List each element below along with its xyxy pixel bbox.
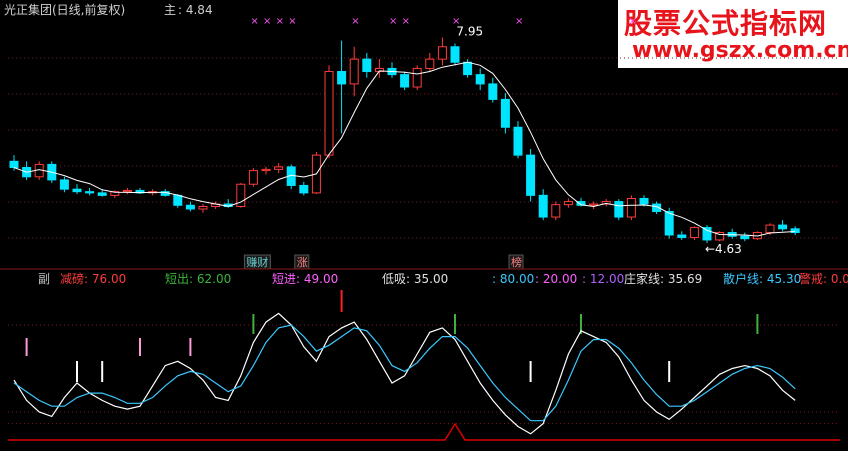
candle-body [463, 61, 473, 76]
star-marker: × [288, 16, 296, 27]
sub-grid-lines [8, 324, 840, 425]
candle-body [261, 168, 271, 172]
candle-body [500, 98, 510, 128]
candle-body [437, 46, 447, 60]
legend-item: : 20.00 [535, 272, 577, 286]
candle-body [324, 71, 334, 156]
legend-item: 减磅: 76.00 [60, 271, 126, 286]
candle-body [689, 227, 699, 238]
grid-lines [8, 57, 840, 239]
candle-body [349, 58, 359, 85]
candle-body [362, 58, 372, 73]
candle-body [412, 67, 422, 88]
legend-item: 副 [38, 272, 50, 286]
legend-item: 警戒: 0.00 [799, 271, 848, 286]
legend-item: : 80.00 [492, 272, 534, 286]
candle-body [677, 234, 687, 238]
low-price-annotation: ←4.63 [705, 242, 742, 256]
legend-item: 低吸: 35.00 [382, 272, 448, 286]
candle-body [122, 189, 132, 193]
event-marker-label: 榜 [511, 255, 522, 269]
candle-body [299, 184, 309, 194]
candle-body [589, 203, 599, 206]
event-marker-label: 涨 [297, 256, 308, 269]
star-marker: × [628, 16, 636, 27]
candle-body [740, 235, 750, 240]
candle-body [450, 46, 460, 63]
candle-body [274, 166, 284, 170]
star-marker: × [351, 16, 359, 27]
event-marker-label: 赚财 [246, 255, 268, 269]
alert-series-line [8, 422, 840, 441]
candle-body [538, 194, 548, 218]
candle-body [97, 192, 107, 196]
candle-body [488, 83, 498, 100]
legend-item: 庄家线: 35.69 [624, 271, 702, 286]
legend-item: 短出: 62.00 [165, 272, 231, 286]
candle-body [702, 227, 712, 241]
star-marker: × [389, 16, 397, 27]
candle-body [59, 179, 69, 190]
star-marker: × [402, 16, 410, 27]
star-markers: × × × × × × × × × × [250, 16, 636, 27]
candle-body [551, 204, 561, 218]
stock-chart[interactable]: 光正集团(日线,前复权) 主 : 4.84 × × × × × × × × × × 7.95 ←4… [0, 0, 848, 451]
main-value: : 4.84 [178, 3, 213, 17]
candle-body [778, 224, 788, 230]
indicator-lines [13, 312, 796, 435]
star-marker: × [263, 16, 271, 27]
candle-body [72, 188, 82, 193]
star-marker: × [276, 16, 284, 27]
candle-body [185, 204, 195, 210]
candle-body [425, 58, 435, 69]
signal-ticks [25, 290, 759, 382]
candle-body [400, 74, 410, 88]
candle-body [563, 201, 573, 206]
candle-body [626, 197, 636, 218]
high-price-annotation: 7.95 [456, 24, 483, 38]
candle-body [9, 160, 19, 169]
legend-item: 短进: 49.00 [272, 272, 338, 286]
sub-indicator-legend: 副减磅: 76.00 短出: 62.00 短进: 49.00 低吸: 35.00 : 8… [38, 271, 848, 286]
candle-body [639, 197, 649, 205]
indicator-series-line [13, 312, 796, 435]
legend-item: 散户线: 45.30 [723, 271, 801, 286]
stock-title: 光正集团(日线,前复权) [4, 2, 125, 17]
candle-body [475, 74, 485, 85]
main-label: 主 [164, 3, 176, 17]
candle-body [248, 170, 258, 185]
candle-body [173, 194, 183, 206]
candle-body [765, 224, 775, 234]
candle-body [198, 206, 208, 210]
candle-body [614, 201, 624, 218]
candlestick-series[interactable] [9, 37, 800, 244]
alert-line [8, 422, 840, 441]
candle-body [85, 191, 95, 194]
star-marker: × [250, 16, 258, 27]
candle-body [526, 154, 536, 196]
event-markers[interactable]: 赚财 涨 榜 [243, 254, 524, 270]
legend-item: : 12.00 [582, 272, 624, 286]
indicator-series-line [13, 324, 796, 422]
star-marker: × [515, 16, 523, 27]
candle-body [664, 210, 674, 236]
candle-body [513, 126, 523, 156]
candle-body [337, 71, 347, 85]
